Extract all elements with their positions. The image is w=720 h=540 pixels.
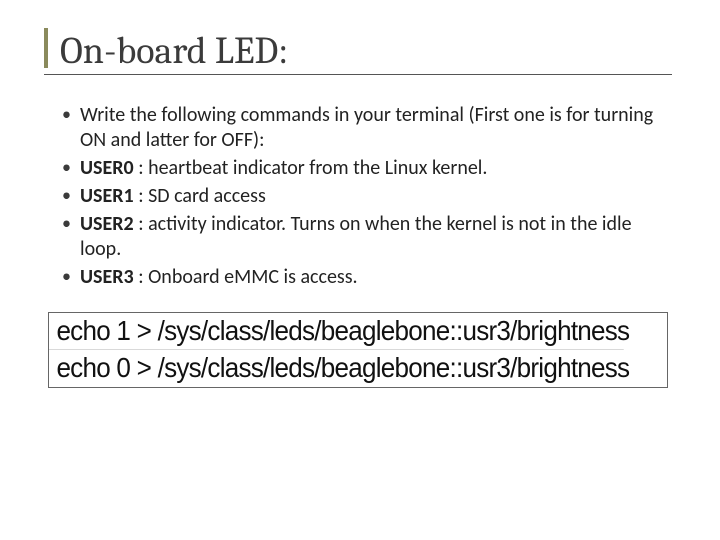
command-off: echo 0 > /sys/class/leds/beaglebone::usr…	[49, 350, 624, 386]
bullet-user1-text: : SD card access	[134, 184, 266, 208]
command-block: echo 1 > /sys/class/leds/beaglebone::usr…	[48, 312, 668, 388]
bullet-user3: USER3 : Onboard eMMC is access.	[62, 265, 666, 290]
bullet-user0-label: USER0	[80, 156, 134, 180]
command-on: echo 1 > /sys/class/leds/beaglebone::usr…	[49, 313, 624, 350]
bullet-user0: USER0 : heartbeat indicator from the Lin…	[62, 156, 666, 181]
bullet-user2-text: : activity indicator. Turns on when the …	[80, 212, 632, 261]
bullet-intro: Write the following commands in your ter…	[62, 103, 666, 153]
bullet-user2: USER2 : activity indicator. Turns on whe…	[62, 212, 666, 262]
bullet-user1: USER1 : SD card access	[62, 184, 666, 209]
slide-title: On-board LED:	[60, 32, 288, 72]
bullet-intro-text: Write the following commands in your ter…	[80, 103, 653, 152]
bullet-user3-label: USER3	[80, 265, 134, 289]
bullet-user0-text: : heartbeat indicator from the Linux ker…	[134, 156, 488, 180]
bullet-list: Write the following commands in your ter…	[44, 103, 672, 290]
slide-container: On-board LED: Write the following comman…	[0, 0, 720, 540]
bullet-user3-text: : Onboard eMMC is access.	[134, 265, 358, 289]
bullet-user2-label: USER2	[80, 212, 134, 236]
title-wrap: On-board LED:	[44, 28, 672, 75]
bullet-user1-label: USER1	[80, 184, 134, 208]
accent-bar	[44, 28, 48, 68]
